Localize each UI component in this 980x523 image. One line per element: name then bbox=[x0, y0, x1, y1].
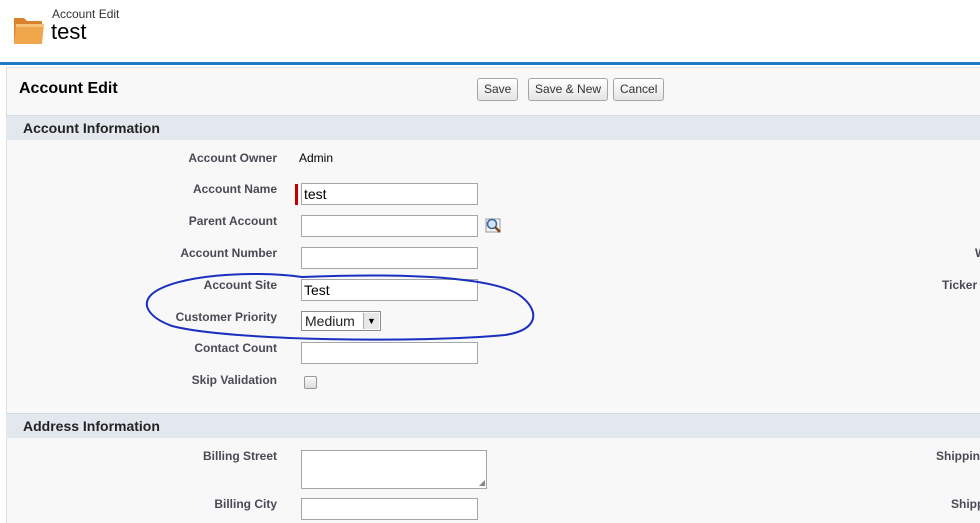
ticker-symbol-label: Ticker bbox=[942, 278, 978, 292]
billing-city-input[interactable] bbox=[301, 498, 478, 520]
save-new-button[interactable]: Save & New bbox=[528, 78, 609, 101]
page-header: Account Edit test bbox=[0, 0, 980, 65]
section-header-address-information: Address Information bbox=[6, 413, 980, 438]
contact-count-input[interactable] bbox=[301, 342, 478, 364]
shipping-street-label: Shipping bbox=[936, 449, 980, 463]
account-number-input[interactable] bbox=[301, 247, 478, 269]
lookup-magnifier-icon[interactable] bbox=[484, 216, 502, 234]
section-title: Account Information bbox=[23, 120, 160, 136]
account-owner-value: Admin bbox=[299, 151, 334, 165]
header-divider bbox=[0, 62, 980, 65]
resize-handle-icon[interactable]: ◢ bbox=[479, 479, 485, 487]
contact-count-label: Contact Count bbox=[194, 341, 277, 355]
panel-title: Account Edit bbox=[19, 80, 118, 97]
account-site-label: Account Site bbox=[203, 278, 277, 292]
account-name-label: Account Name bbox=[192, 182, 277, 196]
section-title: Address Information bbox=[23, 418, 160, 434]
account-site-input[interactable]: Test bbox=[301, 279, 478, 301]
cancel-button[interactable]: Cancel bbox=[613, 78, 665, 101]
billing-street-label: Billing Street bbox=[202, 449, 277, 463]
chevron-down-icon[interactable]: ▼ bbox=[363, 313, 379, 329]
right-column-label-w: W bbox=[975, 246, 980, 260]
section-header-account-information: Account Information bbox=[6, 115, 980, 140]
record-title: test bbox=[51, 19, 87, 44]
billing-city-label: Billing City bbox=[214, 497, 277, 511]
account-name-input[interactable]: test bbox=[301, 183, 478, 205]
shipping-city-label: Shipp bbox=[951, 497, 980, 511]
parent-account-input[interactable] bbox=[301, 215, 478, 237]
required-indicator bbox=[295, 184, 298, 205]
customer-priority-value: Medium bbox=[305, 313, 355, 329]
parent-account-label: Parent Account bbox=[188, 214, 277, 228]
folder-icon bbox=[14, 18, 44, 44]
account-owner-label: Account Owner bbox=[188, 151, 277, 165]
account-number-label: Account Number bbox=[180, 246, 277, 260]
skip-validation-checkbox[interactable] bbox=[304, 376, 317, 389]
save-button[interactable]: Save bbox=[477, 78, 519, 101]
customer-priority-label: Customer Priority bbox=[175, 310, 277, 324]
billing-street-textarea[interactable]: ◢ bbox=[301, 450, 487, 489]
customer-priority-select[interactable]: Medium ▼ bbox=[301, 311, 381, 331]
skip-validation-label: Skip Validation bbox=[191, 373, 277, 387]
